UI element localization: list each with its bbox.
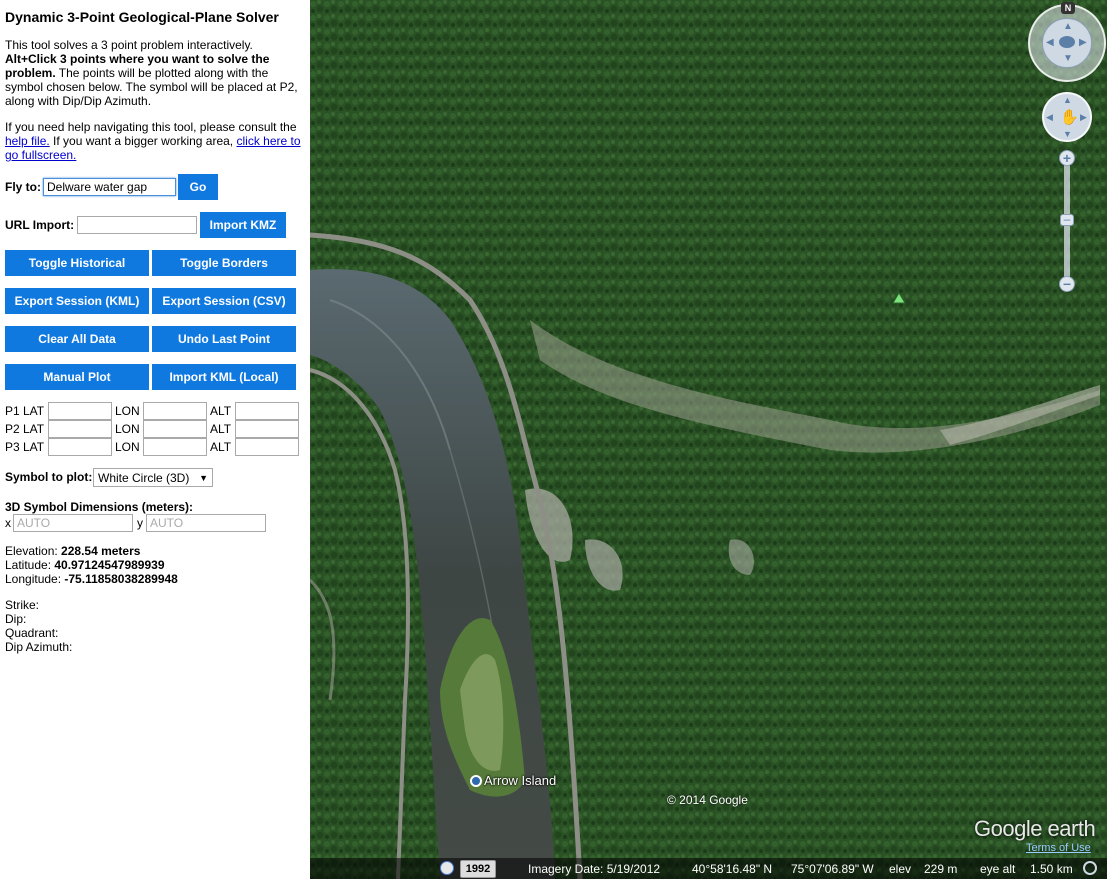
copyright-text: © 2014 Google xyxy=(667,793,748,807)
elevation-readout: Elevation: 228.54 meters xyxy=(5,544,141,558)
arrow-up-icon[interactable]: ▲ xyxy=(1063,21,1073,32)
dim-x-input[interactable] xyxy=(13,514,133,532)
dim-y-input[interactable] xyxy=(146,514,266,532)
symbol-label: Symbol to plot: xyxy=(5,470,93,484)
p1-lat-input[interactable] xyxy=(48,402,112,420)
p3-lat-label: P3 LAT xyxy=(5,440,45,454)
dims-label: 3D Symbol Dimensions (meters): xyxy=(5,500,194,514)
manual-plot-button[interactable]: Manual Plot xyxy=(5,364,149,390)
toggle-borders-button[interactable]: Toggle Borders xyxy=(152,250,296,276)
page-title: Dynamic 3-Point Geological-Plane Solver xyxy=(5,9,279,25)
elev-value: 229 m xyxy=(924,862,958,876)
pan-right-icon[interactable]: ▶ xyxy=(1080,112,1087,123)
place-pin-icon xyxy=(470,774,482,787)
arrow-left-icon[interactable]: ◀ xyxy=(1046,37,1054,48)
elev-label: elev xyxy=(889,862,912,876)
earth-map-view[interactable]: Arrow Island © 2014 Google Google earth … xyxy=(310,0,1107,879)
satellite-imagery xyxy=(310,0,1107,879)
p1-alt-input[interactable] xyxy=(235,402,299,420)
latitude-readout: Latitude: 40.97124547989939 xyxy=(5,558,165,572)
dip-readout: Dip: xyxy=(5,612,27,626)
p3-lat-input[interactable] xyxy=(48,438,112,456)
google-earth-logo: Google earth xyxy=(974,816,1096,841)
triangle-marker-icon[interactable] xyxy=(892,292,906,304)
terms-link[interactable]: Terms of Use xyxy=(1026,842,1091,854)
fly-to-label: Fly to: xyxy=(5,180,41,194)
toggle-historical-button[interactable]: Toggle Historical xyxy=(5,250,149,276)
eye-alt-value: 1.50 km xyxy=(1030,862,1073,876)
p1-lon-label: LON xyxy=(115,404,140,418)
pan-up-icon[interactable]: ▲ xyxy=(1063,95,1072,105)
p2-alt-input[interactable] xyxy=(235,420,299,438)
p1-alt-label: ALT xyxy=(210,404,232,418)
p3-lon-input[interactable] xyxy=(143,438,207,456)
hand-icon: ✋ xyxy=(1060,109,1079,126)
p2-alt-label: ALT xyxy=(210,422,232,436)
export-csv-button[interactable]: Export Session (CSV) xyxy=(152,288,296,314)
go-button[interactable]: Go xyxy=(178,174,218,200)
eye-alt-label: eye alt xyxy=(980,862,1016,876)
dim-x-label: x xyxy=(5,516,11,530)
historical-clock-icon[interactable] xyxy=(440,861,454,875)
p3-lon-label: LON xyxy=(115,440,140,454)
pan-joystick[interactable]: ✋ ▲ ▼ ◀ ▶ xyxy=(1042,92,1092,142)
clear-all-button[interactable]: Clear All Data xyxy=(5,326,149,352)
status-indicator-icon xyxy=(1083,861,1097,875)
quadrant-readout: Quadrant: xyxy=(5,626,59,640)
arrow-down-icon[interactable]: ▼ xyxy=(1063,53,1073,64)
symbol-select-value: White Circle (3D) xyxy=(98,470,190,485)
p1-lat-label: P1 LAT xyxy=(5,404,45,418)
control-panel: Dynamic 3-Point Geological-Plane Solver … xyxy=(0,0,310,879)
arrow-right-icon[interactable]: ▶ xyxy=(1079,37,1087,48)
dropdown-arrow-icon: ▼ xyxy=(199,472,208,483)
symbol-select[interactable]: White Circle (3D) ▼ xyxy=(93,468,213,487)
eye-icon xyxy=(1059,36,1075,48)
undo-last-point-button[interactable]: Undo Last Point xyxy=(152,326,296,352)
fly-to-input[interactable] xyxy=(43,178,176,196)
status-bar: 1992 Imagery Date: 5/19/2012 40°58'16.48… xyxy=(310,858,1107,879)
dip-azimuth-readout: Dip Azimuth: xyxy=(5,640,73,654)
longitude-status: 75°07'06.89" W xyxy=(791,862,874,876)
zoom-handle[interactable]: – xyxy=(1060,213,1074,226)
place-label[interactable]: Arrow Island xyxy=(470,773,556,788)
export-kml-button[interactable]: Export Session (KML) xyxy=(5,288,149,314)
url-import-label: URL Import: xyxy=(5,218,75,232)
p2-lon-input[interactable] xyxy=(143,420,207,438)
p3-alt-label: ALT xyxy=(210,440,232,454)
p2-lat-label: P2 LAT xyxy=(5,422,45,436)
strike-readout: Strike: xyxy=(5,598,40,612)
historical-year-badge[interactable]: 1992 xyxy=(460,860,496,878)
p2-lat-input[interactable] xyxy=(48,420,112,438)
dim-y-label: y xyxy=(137,516,143,530)
help-text: If you need help navigating this tool, p… xyxy=(5,120,301,162)
compass-control[interactable]: N ▲ ▼ ◀ ▶ xyxy=(1028,2,1106,82)
import-kmz-button[interactable]: Import KMZ xyxy=(200,212,286,238)
look-joystick[interactable]: ▲ ▼ ◀ ▶ xyxy=(1042,18,1092,68)
p1-lon-input[interactable] xyxy=(143,402,207,420)
intro-text: This tool solves a 3 point problem inter… xyxy=(5,38,298,108)
longitude-readout: Longitude: -75.11858038289948 xyxy=(5,572,178,586)
north-indicator[interactable]: N xyxy=(1061,2,1075,14)
zoom-in-icon[interactable]: + xyxy=(1059,150,1075,166)
import-kml-local-button[interactable]: Import KML (Local) xyxy=(152,364,296,390)
p2-lon-label: LON xyxy=(115,422,140,436)
pan-down-icon[interactable]: ▼ xyxy=(1063,129,1072,139)
latitude-status: 40°58'16.48" N xyxy=(692,862,773,876)
imagery-date: Imagery Date: 5/19/2012 xyxy=(528,862,661,876)
url-import-input[interactable] xyxy=(77,216,197,234)
help-file-link[interactable]: help file. xyxy=(5,134,50,148)
pan-left-icon[interactable]: ◀ xyxy=(1046,112,1053,123)
p3-alt-input[interactable] xyxy=(235,438,299,456)
zoom-out-icon[interactable]: – xyxy=(1059,276,1075,292)
zoom-slider[interactable]: + – – xyxy=(1059,150,1075,292)
